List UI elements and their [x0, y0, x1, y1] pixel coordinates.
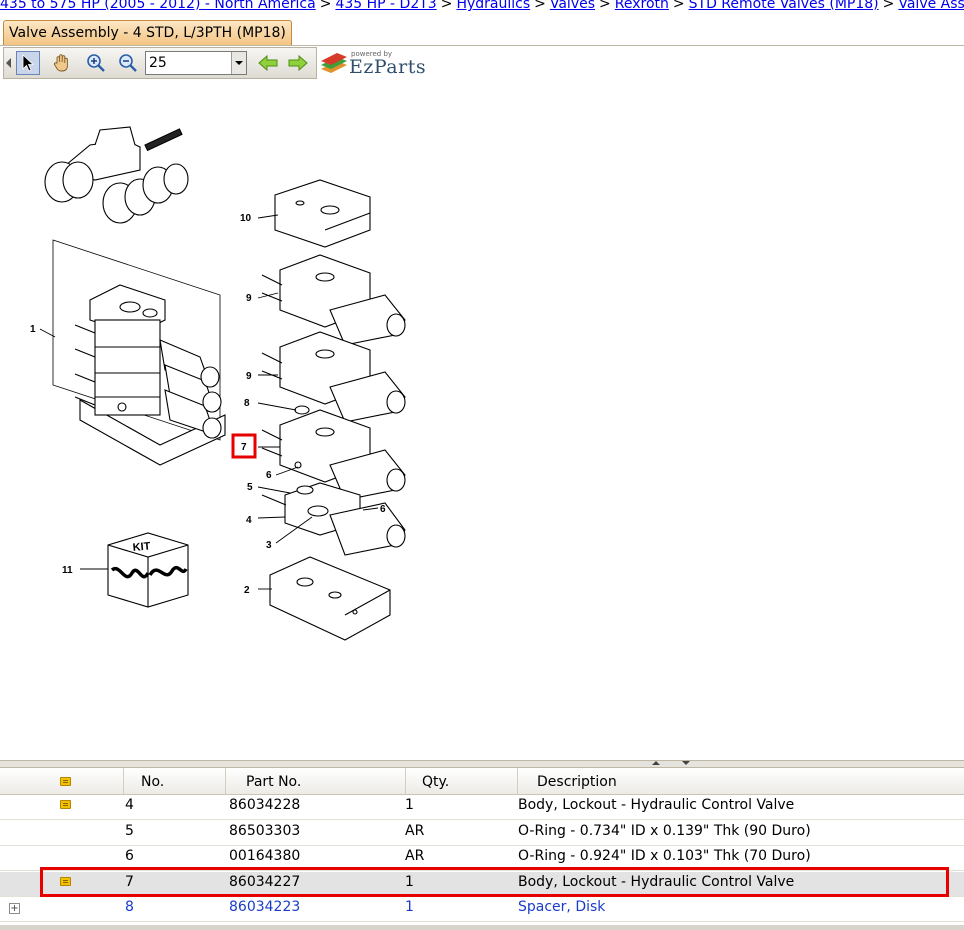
breadcrumb-link[interactable]: 435 HP - D2T3 — [335, 0, 436, 12]
zoom-out-button[interactable] — [116, 51, 140, 75]
previous-button[interactable] — [256, 51, 280, 75]
note-icon[interactable] — [60, 876, 71, 886]
table-row[interactable]: +8 86034223 1 Spacer, Disk — [0, 897, 964, 923]
cell-no: 8 — [125, 899, 134, 916]
zoom-level-select[interactable]: 25 — [145, 51, 247, 75]
table-row[interactable]: 6 00164380 AR O-Ring - 0.924" ID x 0.103" T… — [0, 846, 964, 872]
breadcrumb-link[interactable]: 435 to 575 HP (2005 - 2012) - North Amer… — [0, 0, 316, 12]
cell-qty: 1 — [405, 873, 414, 890]
pointer-icon — [22, 54, 35, 72]
chevron-down-icon — [235, 61, 243, 65]
tractor-illustration — [44, 126, 189, 224]
header-note-column[interactable] — [0, 768, 124, 794]
breadcrumb-separator: > — [882, 0, 895, 12]
callout-7-highlight[interactable]: 7 — [231, 433, 257, 459]
back-arrow-icon — [258, 55, 278, 71]
cell-description: Body, Lockout - Hydraulic Control Valve — [518, 797, 795, 813]
cell-qty: 1 — [405, 899, 414, 916]
spacer-disk-8 — [294, 405, 310, 415]
parts-diagram[interactable]: 1 2 3 4 5 6 6 8 9 9 10 11 KIT 7 — [0, 85, 964, 755]
breadcrumb-separator: > — [319, 0, 332, 12]
table-row[interactable]: 4 86034228 1 Body, Lockout - Hydraulic Cont… — [0, 795, 964, 820]
callout-9a[interactable]: 9 — [246, 293, 252, 304]
callout-11[interactable]: 11 — [62, 565, 73, 576]
breadcrumb: 435 to 575 HP (2005 - 2012) - North Amer… — [0, 0, 964, 13]
end-plate-10 — [274, 179, 371, 248]
cell-part-no: 00164380 — [229, 848, 301, 865]
kit-label: KIT — [132, 540, 151, 554]
breadcrumb-separator: > — [599, 0, 611, 12]
note-icon[interactable] — [60, 800, 71, 809]
breadcrumb-separator: > — [440, 0, 453, 12]
pan-hand-icon — [53, 54, 68, 72]
callout-2[interactable]: 2 — [244, 585, 250, 596]
pane-splitter[interactable] — [0, 760, 964, 768]
callout-10[interactable]: 10 — [240, 213, 252, 224]
breadcrumb-link[interactable]: Valve Ass — [898, 0, 964, 12]
breadcrumb-separator: > — [534, 0, 546, 12]
cell-description: O-Ring - 0.734" ID x 0.139" Thk (90 Duro… — [518, 822, 811, 839]
cell-no: 4 — [125, 797, 134, 813]
cell-description: O-Ring - 0.924" ID x 0.103" Thk (70 Duro… — [518, 848, 811, 865]
expand-icon[interactable]: + — [9, 903, 20, 915]
ezparts-logo-icon — [321, 53, 347, 73]
splitter-arrows-icon — [652, 761, 690, 765]
breadcrumb-link[interactable]: STD Remote Valves (MP18) — [689, 0, 879, 12]
header-part-no[interactable]: Part No. — [226, 768, 406, 794]
pointer-tool-button[interactable] — [16, 51, 40, 75]
breadcrumb-link[interactable]: Valves — [550, 0, 595, 12]
zoom-in-button[interactable] — [84, 51, 108, 75]
callout-7[interactable]: 7 — [241, 442, 247, 453]
table-row[interactable]: 7 86034227 1 Body, Lockout - Hydraulic Cont… — [0, 871, 964, 897]
tab-divider — [0, 45, 964, 46]
cell-part-no: 86034228 — [229, 797, 301, 813]
cell-description: Spacer, Disk — [518, 899, 606, 916]
header-qty[interactable]: Qty. — [406, 768, 518, 794]
breadcrumb-link[interactable]: Hydraulics — [456, 0, 530, 12]
logo-name: EzParts — [349, 56, 427, 78]
cell-qty: AR — [405, 848, 425, 865]
table-header: No. Part No. Qty. Description — [0, 768, 964, 795]
table-row[interactable]: 5 86503303 AR O-Ring - 0.734" ID x 0.139" T… — [0, 821, 964, 846]
callout-9b[interactable]: 9 — [246, 371, 252, 382]
tab-valve-assembly[interactable]: Valve Assembly - 4 STD, L/3PTH (MP18) — [3, 20, 292, 45]
cell-qty: 1 — [405, 797, 414, 813]
cell-qty: AR — [405, 822, 425, 839]
viewer-toolbar: 25 — [3, 47, 317, 79]
zoom-level-value: 25 — [149, 55, 167, 71]
cell-part-no: 86034223 — [229, 899, 301, 916]
ezparts-logo: powered by EzParts — [319, 50, 429, 80]
base-plate-2 — [269, 556, 391, 641]
breadcrumb-link[interactable]: Rexroth — [615, 0, 669, 12]
valve-section-9a — [261, 254, 406, 346]
callout-5[interactable]: 5 — [247, 482, 253, 493]
header-no[interactable]: No. — [124, 768, 226, 794]
note-icon — [60, 777, 71, 786]
toolbar-scroll-left-icon[interactable] — [6, 58, 11, 68]
header-description[interactable]: Description — [518, 768, 964, 794]
pan-tool-button[interactable] — [50, 51, 74, 75]
zoom-dropdown-button[interactable] — [231, 52, 246, 74]
callout-8[interactable]: 8 — [244, 398, 250, 409]
breadcrumb-separator: > — [672, 0, 685, 12]
cell-no: 5 — [125, 822, 134, 839]
zoom-in-icon — [87, 54, 105, 72]
horizontal-scrollbar[interactable] — [0, 925, 964, 930]
cell-description: Body, Lockout - Hydraulic Control Valve — [518, 873, 795, 890]
cell-part-no: 86034227 — [229, 873, 301, 890]
callout-6b[interactable]: 6 — [380, 504, 386, 515]
valve-assembly-1 — [52, 239, 226, 466]
callout-3[interactable]: 3 — [266, 540, 272, 551]
zoom-out-icon — [119, 54, 137, 72]
forward-arrow-icon — [288, 55, 308, 71]
callout-6a[interactable]: 6 — [266, 470, 272, 481]
cell-part-no: 86503303 — [229, 822, 301, 839]
next-button[interactable] — [286, 51, 310, 75]
valve-section-9b — [261, 331, 406, 423]
callout-1[interactable]: 1 — [30, 324, 36, 335]
cell-no: 7 — [125, 873, 134, 890]
callout-4[interactable]: 4 — [246, 515, 252, 526]
cell-no: 6 — [125, 848, 134, 865]
